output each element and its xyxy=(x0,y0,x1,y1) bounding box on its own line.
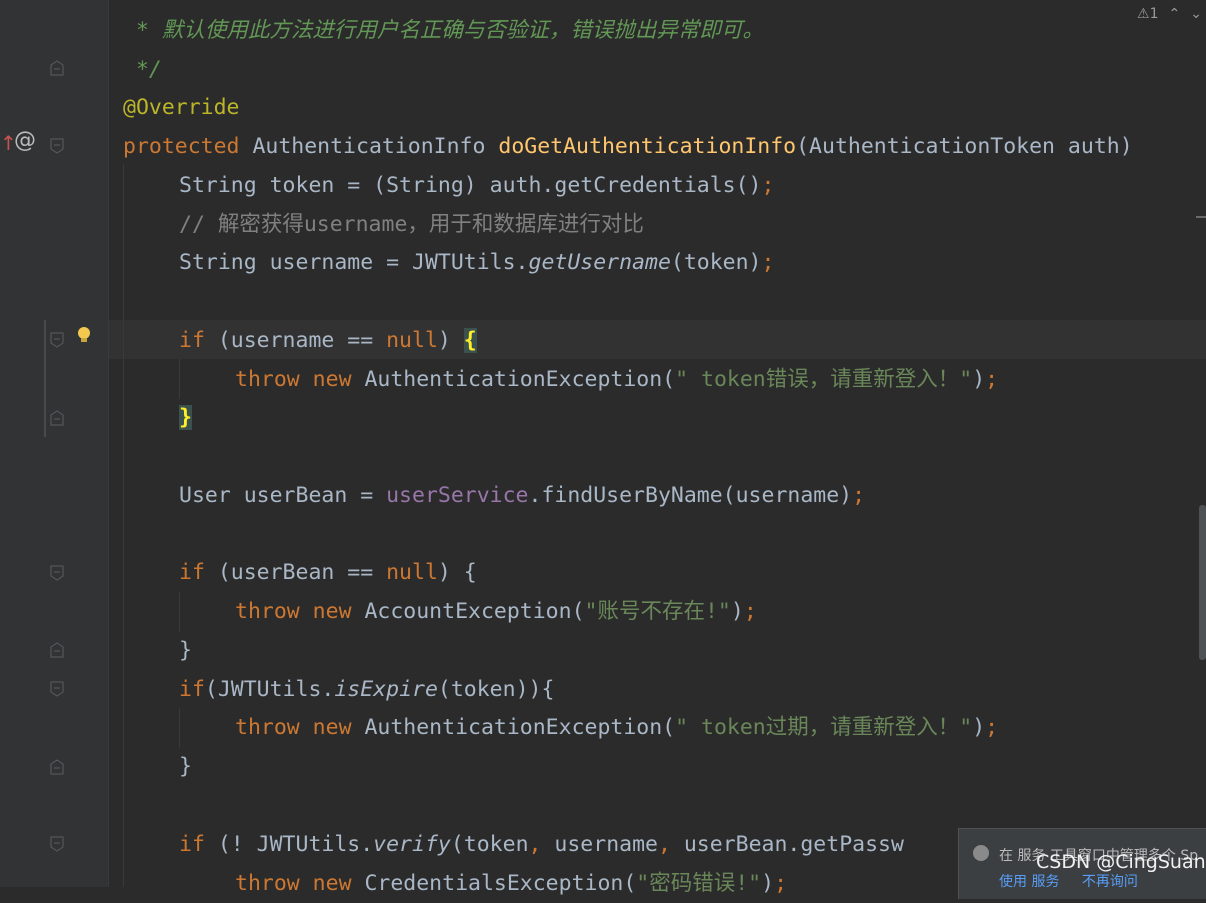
code-line: if (! JWTUtils.verify(token, username, u… xyxy=(179,832,904,857)
scope-marker xyxy=(44,320,46,437)
code-line: } xyxy=(179,405,192,430)
fold-start-icon[interactable] xyxy=(50,565,64,581)
code-line: throw new AuthenticationException(" toke… xyxy=(235,367,999,392)
chevron-up-icon[interactable]: ⌃ xyxy=(1169,6,1181,22)
code-line: */ xyxy=(123,57,162,82)
code-line: protected AuthenticationInfo doGetAuthen… xyxy=(123,134,1133,159)
warning-count: 1 xyxy=(1149,6,1159,22)
dont-ask-link[interactable]: 不再询问 xyxy=(1082,874,1138,890)
annotation-at-icon[interactable]: @ xyxy=(14,128,36,153)
code-line: throw new CredentialsException("密码错误!"); xyxy=(235,871,788,896)
code-editor[interactable]: * 默认使用此方法进行用户名正确与否验证，错误抛出异常即可。 */ @Overr… xyxy=(109,0,1206,896)
fold-end-icon[interactable] xyxy=(50,60,64,76)
vertical-scrollbar[interactable] xyxy=(1199,505,1206,660)
lightbulb-icon[interactable] xyxy=(76,326,92,350)
fold-start-icon[interactable] xyxy=(50,681,64,697)
fold-end-icon[interactable] xyxy=(50,759,64,775)
code-line: // 解密获得username，用于和数据库进行对比 xyxy=(179,212,644,237)
fold-start-icon[interactable] xyxy=(50,332,64,348)
inspection-widget[interactable]: ⚠1 ⌃ ⌄ xyxy=(1137,6,1202,22)
services-icon xyxy=(973,845,989,861)
code-line: @Override xyxy=(123,95,240,120)
code-line: if (userBean == null) { xyxy=(179,560,477,585)
code-line: } xyxy=(179,754,192,779)
code-line: if(JWTUtils.isExpire(token)){ xyxy=(179,677,555,702)
warning-icon: ⚠ xyxy=(1137,6,1150,22)
code-line: throw new AuthenticationException(" toke… xyxy=(235,715,999,740)
code-line: User userBean = userService.findUserByNa… xyxy=(179,483,866,508)
fold-start-icon[interactable] xyxy=(50,138,64,154)
use-services-link[interactable]: 使用 服务 xyxy=(999,874,1059,890)
warning-indicator[interactable]: ⚠1 xyxy=(1137,6,1158,22)
fold-end-icon[interactable] xyxy=(50,642,64,658)
code-line: if (username == null) { xyxy=(179,328,477,353)
code-line: String token = (String) auth.getCredenti… xyxy=(179,173,775,198)
fold-start-icon[interactable] xyxy=(50,836,64,852)
chevron-down-icon[interactable]: ⌄ xyxy=(1190,6,1202,22)
code-line: * 默认使用此方法进行用户名正确与否验证，错误抛出异常即可。 xyxy=(123,18,764,43)
code-line: String username = JWTUtils.getUsername(t… xyxy=(179,250,775,275)
code-line: } xyxy=(179,638,192,663)
code-line: throw new AccountException("账号不存在!"); xyxy=(235,599,757,624)
scroll-marker xyxy=(1196,216,1206,218)
watermark: CSDN @CingSuan xyxy=(1036,851,1206,873)
fold-end-icon[interactable] xyxy=(50,410,64,426)
